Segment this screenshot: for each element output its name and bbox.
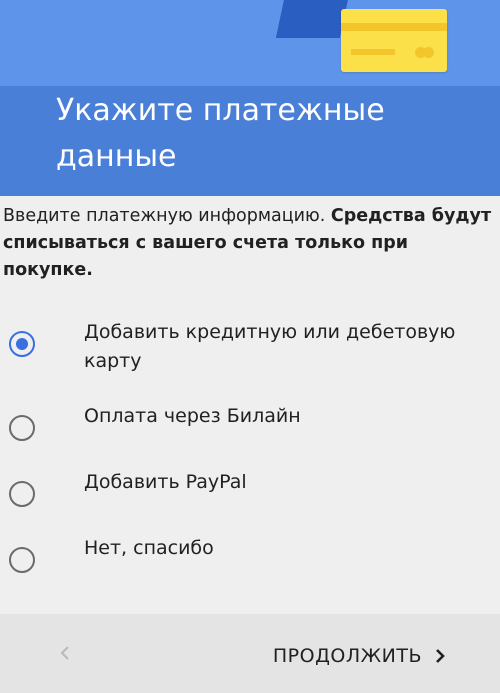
option-label: Добавить кредитную или дебетовую карту — [84, 321, 456, 372]
option-label: Оплата через Билайн — [84, 405, 301, 427]
option-label: Добавить PayPal — [84, 471, 247, 493]
chevron-right-icon — [430, 644, 452, 668]
radio-button[interactable] — [9, 481, 35, 507]
radio-button[interactable] — [9, 547, 35, 573]
option-paypal[interactable]: Добавить PayPal — [0, 460, 500, 516]
continue-label: ПРОДОЛЖИТЬ — [272, 645, 422, 667]
chevron-left-icon — [60, 646, 69, 660]
card-number-line — [351, 49, 395, 55]
payment-setup-screen: Укажите платежные данные Введите платежн… — [0, 0, 500, 693]
option-beeline[interactable]: Оплата через Билайн — [0, 394, 500, 450]
header: Укажите платежные данные — [0, 0, 500, 196]
page-title: Укажите платежные данные — [56, 88, 476, 180]
back-button[interactable] — [50, 638, 80, 668]
credit-card-icon — [341, 9, 447, 72]
continue-button[interactable]: ПРОДОЛЖИТЬ — [248, 638, 452, 674]
radio-button[interactable] — [9, 415, 35, 441]
page-title-line2: данные — [56, 139, 177, 174]
option-no-thanks[interactable]: Нет, спасибо — [0, 526, 500, 582]
footer-nav: ПРОДОЛЖИТЬ — [0, 614, 500, 693]
description-text: Введите платежную информацию. — [3, 206, 331, 226]
page-title-line1: Укажите платежные — [56, 93, 385, 128]
payment-description: Введите платежную информацию. Средства б… — [3, 203, 497, 284]
card-stripe — [341, 23, 447, 31]
option-add-card[interactable]: Добавить кредитную или дебетовую карту — [0, 310, 500, 372]
radio-button-checked[interactable] — [9, 331, 35, 357]
option-label: Нет, спасибо — [84, 537, 214, 559]
card-logo-circle — [423, 47, 434, 58]
